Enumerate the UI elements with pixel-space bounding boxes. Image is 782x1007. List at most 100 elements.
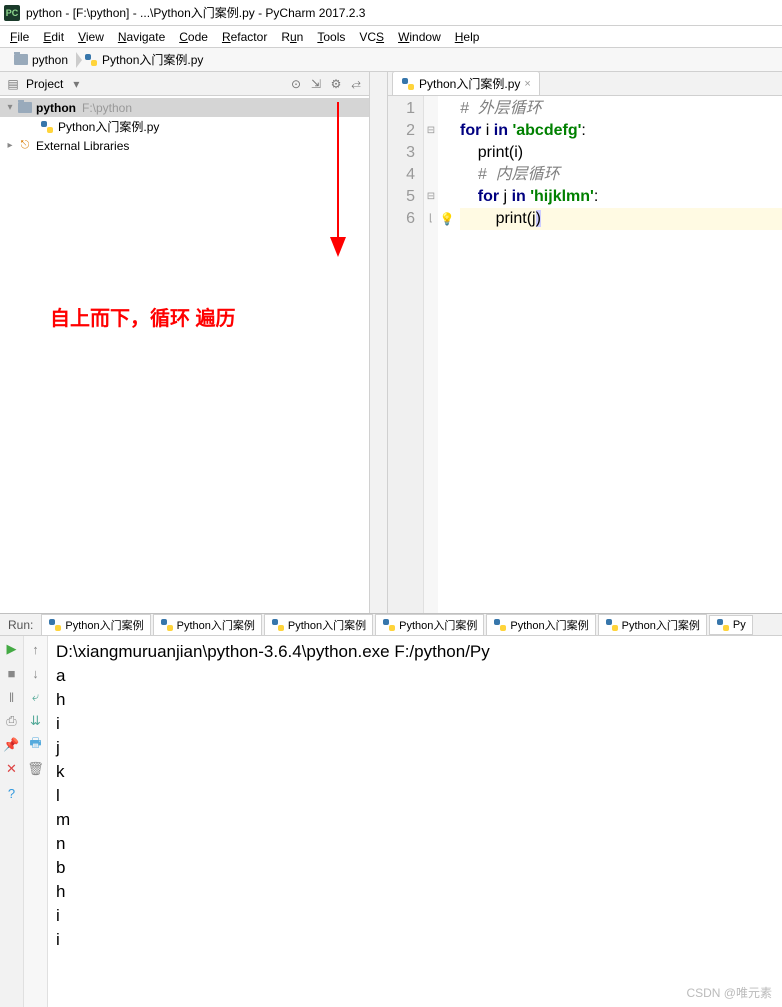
down-icon[interactable]: ↓ [27,664,45,682]
editor-tab-label: Python入门案例.py [419,75,520,92]
run-toolbar-left: ▶ ■ ‖ ⎙ 📌 ✕ ? [0,636,24,1007]
app-icon: PC [4,5,20,21]
hide-icon[interactable]: ⥄ [349,77,363,91]
python-file-icon [48,618,62,632]
main-area: ▤ Project ▾ ⊙ ⇲ ⚙ ⥄ ▾ python F:\python P… [0,72,782,613]
python-file-icon [84,53,98,67]
run-tab[interactable]: Py [709,615,753,635]
scroll-icon[interactable]: ⇲ [309,77,323,91]
editor-area: Python入门案例.py × 1 2 3 4 5 6 ⊟⊟⌊ 💡 # 外层循环… [388,72,782,613]
library-icon: ⎋ [18,139,32,153]
menu-help[interactable]: Help [449,28,486,46]
code-content[interactable]: # 外层循环 for i in 'abcdefg': print(i) # 内层… [456,96,782,613]
breadcrumb-root[interactable]: python [6,50,76,70]
tree-toggle-icon[interactable]: ▸ [4,140,16,151]
fold-icon[interactable]: ⊟ [424,186,438,208]
menu-bar: File Edit View Navigate Code Refactor Ru… [0,26,782,48]
bulb-icon[interactable]: 💡 [438,208,456,230]
run-tab[interactable]: Python入门案例 [264,614,373,636]
tree-toggle-icon[interactable]: ▾ [4,102,16,113]
console-line: l [56,784,774,808]
rerun-icon[interactable]: ▶ [3,640,21,658]
menu-run[interactable]: Run [275,28,309,46]
trash-icon[interactable]: 🗑 [27,760,45,778]
menu-window[interactable]: Window [392,28,447,46]
run-panel: Run: Python入门案例 Python入门案例 Python入门案例 Py… [0,613,782,1007]
print-icon[interactable]: 🖶 [27,736,45,754]
python-file-icon [160,618,174,632]
line-number: 5 [388,186,415,208]
breadcrumb-file[interactable]: Python入门案例.py [76,50,211,70]
tree-root-path: F:\python [82,101,132,115]
menu-edit[interactable]: Edit [37,28,70,46]
help-icon[interactable]: ? [3,784,21,802]
menu-refactor[interactable]: Refactor [216,28,273,46]
wrap-icon[interactable]: ⤶ [27,688,45,706]
breadcrumb-root-label: python [32,53,68,67]
tree-root-label: python [36,101,76,115]
code-comment: # 内层循环 [478,166,560,183]
editor-tab[interactable]: Python入门案例.py × [392,71,540,95]
line-number: 6 [388,208,415,230]
console-line: h [56,688,774,712]
menu-navigate[interactable]: Navigate [112,28,171,46]
console-line: j [56,736,774,760]
line-gutter: 1 2 3 4 5 6 [388,96,424,613]
console-line: m [56,808,774,832]
line-number: 4 [388,164,415,186]
python-file-icon [716,618,730,632]
tree-file[interactable]: Python入门案例.py [0,117,369,136]
tree-external[interactable]: ▸ ⎋ External Libraries [0,136,369,155]
python-file-icon [382,618,396,632]
tree-root[interactable]: ▾ python F:\python [0,98,369,117]
menu-code[interactable]: Code [173,28,214,46]
run-tabs-bar: Run: Python入门案例 Python入门案例 Python入门案例 Py… [0,614,782,636]
fold-column: ⊟⊟⌊ [424,96,438,613]
up-icon[interactable]: ↑ [27,640,45,658]
run-tab[interactable]: Python入门案例 [486,614,595,636]
sidebar-header: ▤ Project ▾ ⊙ ⇲ ⚙ ⥄ [0,72,369,96]
sidebar-title: Project [26,77,63,91]
stop-icon[interactable]: ■ [3,664,21,682]
code-comment: # 外层循环 [460,100,542,117]
tree-external-label: External Libraries [36,139,129,153]
menu-vcs[interactable]: VCS [353,28,390,46]
breadcrumb: python Python入门案例.py [0,48,782,72]
menu-tools[interactable]: Tools [311,28,351,46]
console-cmd: D:\xiangmuruanjian\python-3.6.4\python.e… [56,640,774,664]
console-line: b [56,856,774,880]
console-line: i [56,904,774,928]
run-tab[interactable]: Python入门案例 [598,614,707,636]
window-title: python - [F:\python] - ...\Python入门案例.py… [26,4,365,21]
pause-icon[interactable]: ‖ [3,688,21,706]
fold-icon[interactable]: ⊟ [424,120,438,142]
close-icon[interactable]: × [524,78,530,90]
console-line: h [56,880,774,904]
scroll-icon[interactable]: ⇊ [27,712,45,730]
dropdown-icon[interactable]: ▾ [69,77,83,91]
close-icon[interactable]: ✕ [3,760,21,778]
code-editor[interactable]: 1 2 3 4 5 6 ⊟⊟⌊ 💡 # 外层循环 for i in 'abcde… [388,96,782,613]
line-number: 2 [388,120,415,142]
run-tab[interactable]: Python入门案例 [375,614,484,636]
python-file-icon [271,618,285,632]
collapse-icon[interactable]: ⊙ [289,77,303,91]
gear-icon[interactable]: ⚙ [329,77,343,91]
splitter[interactable] [370,72,388,613]
console-line: i [56,712,774,736]
run-tab[interactable]: Python入门案例 [153,614,262,636]
run-label: Run: [0,618,41,632]
run-tab[interactable]: Python入门案例 [41,614,150,636]
menu-file[interactable]: File [4,28,35,46]
breadcrumb-file-label: Python入门案例.py [102,51,203,68]
menu-view[interactable]: View [72,28,110,46]
python-file-icon [401,77,415,91]
console-line: a [56,664,774,688]
dump-icon[interactable]: ⎙ [3,712,21,730]
console-output[interactable]: D:\xiangmuruanjian\python-3.6.4\python.e… [48,636,782,1007]
line-number: 1 [388,98,415,120]
project-icon: ▤ [6,77,20,91]
pin-icon[interactable]: 📌 [3,736,21,754]
project-sidebar: ▤ Project ▾ ⊙ ⇲ ⚙ ⥄ ▾ python F:\python P… [0,72,370,613]
watermark: CSDN @唯元素 [686,984,772,1001]
